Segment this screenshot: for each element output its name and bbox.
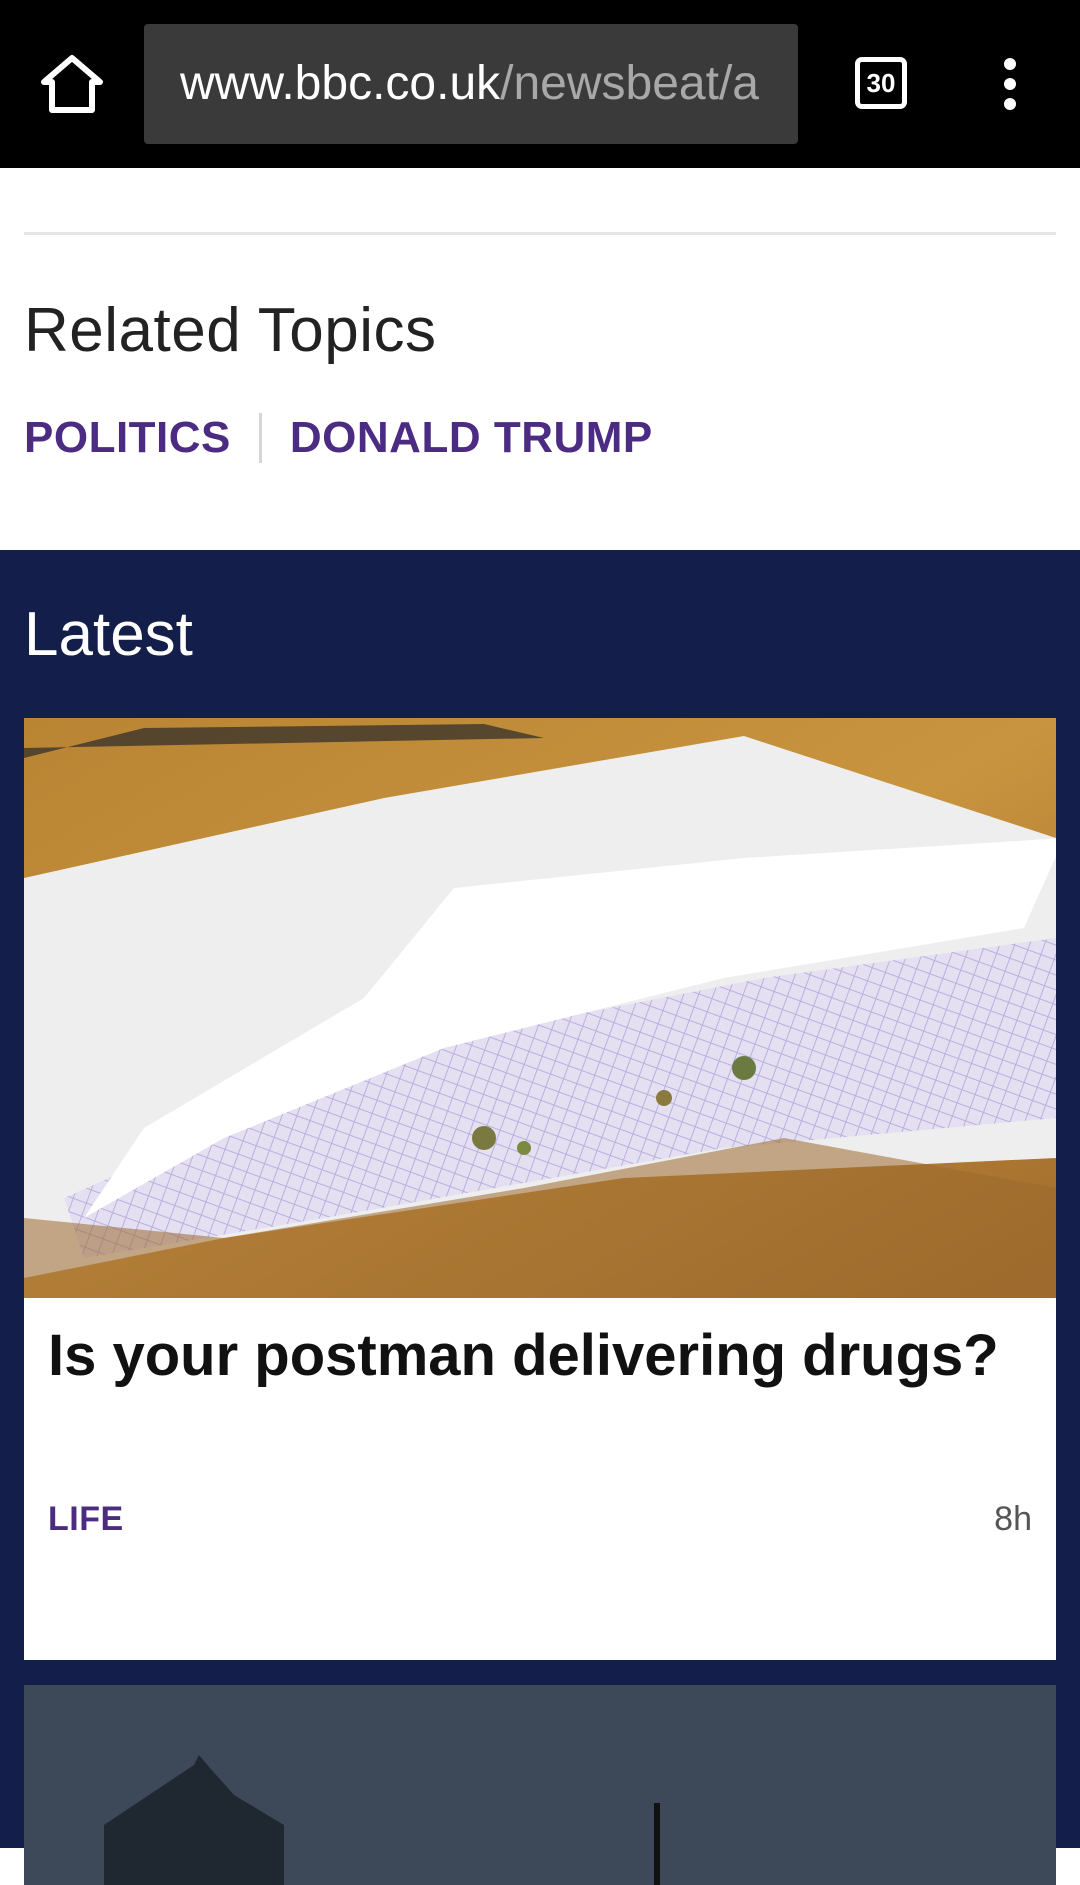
article-headline[interactable]: Is your postman delivering drugs? bbox=[48, 1318, 1038, 1394]
article-image[interactable] bbox=[24, 718, 1056, 1298]
topic-separator bbox=[258, 413, 262, 463]
latest-section: Latest Is your postman delivering drugs?… bbox=[0, 550, 1080, 1885]
url-domain: www.bbc.co.uk bbox=[180, 57, 501, 110]
latest-heading: Latest bbox=[24, 600, 193, 669]
url-text: www.bbc.co.uk/newsbeat/a bbox=[180, 54, 759, 114]
section-divider bbox=[24, 232, 1056, 235]
article-image-next bbox=[24, 1685, 1056, 1885]
tab-count: 30 bbox=[866, 68, 896, 98]
url-path: /newsbeat/a bbox=[500, 57, 759, 110]
kebab-menu-icon[interactable] bbox=[988, 56, 1032, 112]
address-bar[interactable]: www.bbc.co.uk/newsbeat/a bbox=[144, 24, 798, 144]
tab-switcher-button[interactable]: 30 bbox=[855, 57, 907, 109]
article-tag[interactable]: LIFE bbox=[48, 1500, 124, 1539]
article-card-next[interactable] bbox=[24, 1685, 1056, 1885]
browser-toolbar: www.bbc.co.uk/newsbeat/a 30 bbox=[0, 0, 1080, 168]
envelope-photo bbox=[24, 718, 1056, 1298]
article-card[interactable]: Is your postman delivering drugs? LIFE 8… bbox=[24, 718, 1056, 1791]
home-icon[interactable] bbox=[40, 52, 104, 116]
topic-link-politics[interactable]: POLITICS bbox=[24, 413, 231, 463]
article-timestamp: 8h bbox=[994, 1500, 1032, 1538]
topic-link-donald-trump[interactable]: DONALD TRUMP bbox=[290, 413, 653, 463]
related-topics-heading: Related Topics bbox=[24, 296, 437, 365]
related-topics-list: POLITICS DONALD TRUMP bbox=[24, 410, 653, 466]
